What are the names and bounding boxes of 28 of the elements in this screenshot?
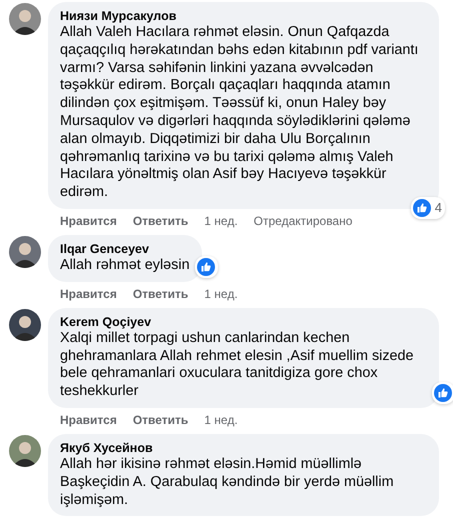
- comment-text: Allah hər ikisinə rəhmət eləsin.Həmid müəllimlə Başkeçidin A. Qarabulaq kəndində bir yerdə müəllim işləmişəm.: [60, 456, 395, 510]
- timestamp[interactable]: 1 нед.: [204, 286, 238, 301]
- like-link[interactable]: Нравится: [60, 412, 117, 427]
- reaction-badge[interactable]: 4: [410, 196, 445, 219]
- avatar[interactable]: [9, 308, 41, 341]
- timestamp[interactable]: 1 нед.: [204, 214, 238, 228]
- like-link[interactable]: Нравится: [60, 286, 117, 301]
- author-name[interactable]: Kerem Qoçiyev: [60, 314, 427, 330]
- author-name[interactable]: Ниязи Мурсакулов: [60, 8, 427, 24]
- comment-text: Allah rəhmət eyləsin: [60, 256, 190, 275]
- reaction-badge[interactable]: [194, 256, 218, 278]
- reply-link[interactable]: Ответить: [132, 286, 188, 301]
- like-link[interactable]: Нравится: [60, 214, 117, 228]
- like-icon: [196, 258, 215, 276]
- avatar[interactable]: [9, 434, 41, 467]
- reply-link[interactable]: Ответить: [132, 412, 188, 427]
- reaction-count: 4: [434, 200, 442, 216]
- like-icon: [412, 198, 431, 217]
- avatar[interactable]: [9, 3, 41, 35]
- comment-text: Xalqi millet torpagi ushun canlarindan kechen ghehramanlara Allah rehmet elesin ,Asif muellim sizede bele qehramanlari oxuculara tanitdigiza gore chox teshekkurler: [60, 330, 415, 401]
- avatar[interactable]: [9, 236, 41, 268]
- reply-link[interactable]: Ответить: [132, 214, 188, 228]
- author-name[interactable]: Ilqar Genceyev: [60, 240, 190, 257]
- author-name[interactable]: Якуб Хусейнов: [60, 440, 427, 456]
- like-icon: [434, 384, 452, 402]
- timestamp[interactable]: 1 нед.: [204, 412, 238, 427]
- reaction-badge[interactable]: [432, 382, 453, 404]
- edited-label: Отредактировано: [254, 214, 352, 228]
